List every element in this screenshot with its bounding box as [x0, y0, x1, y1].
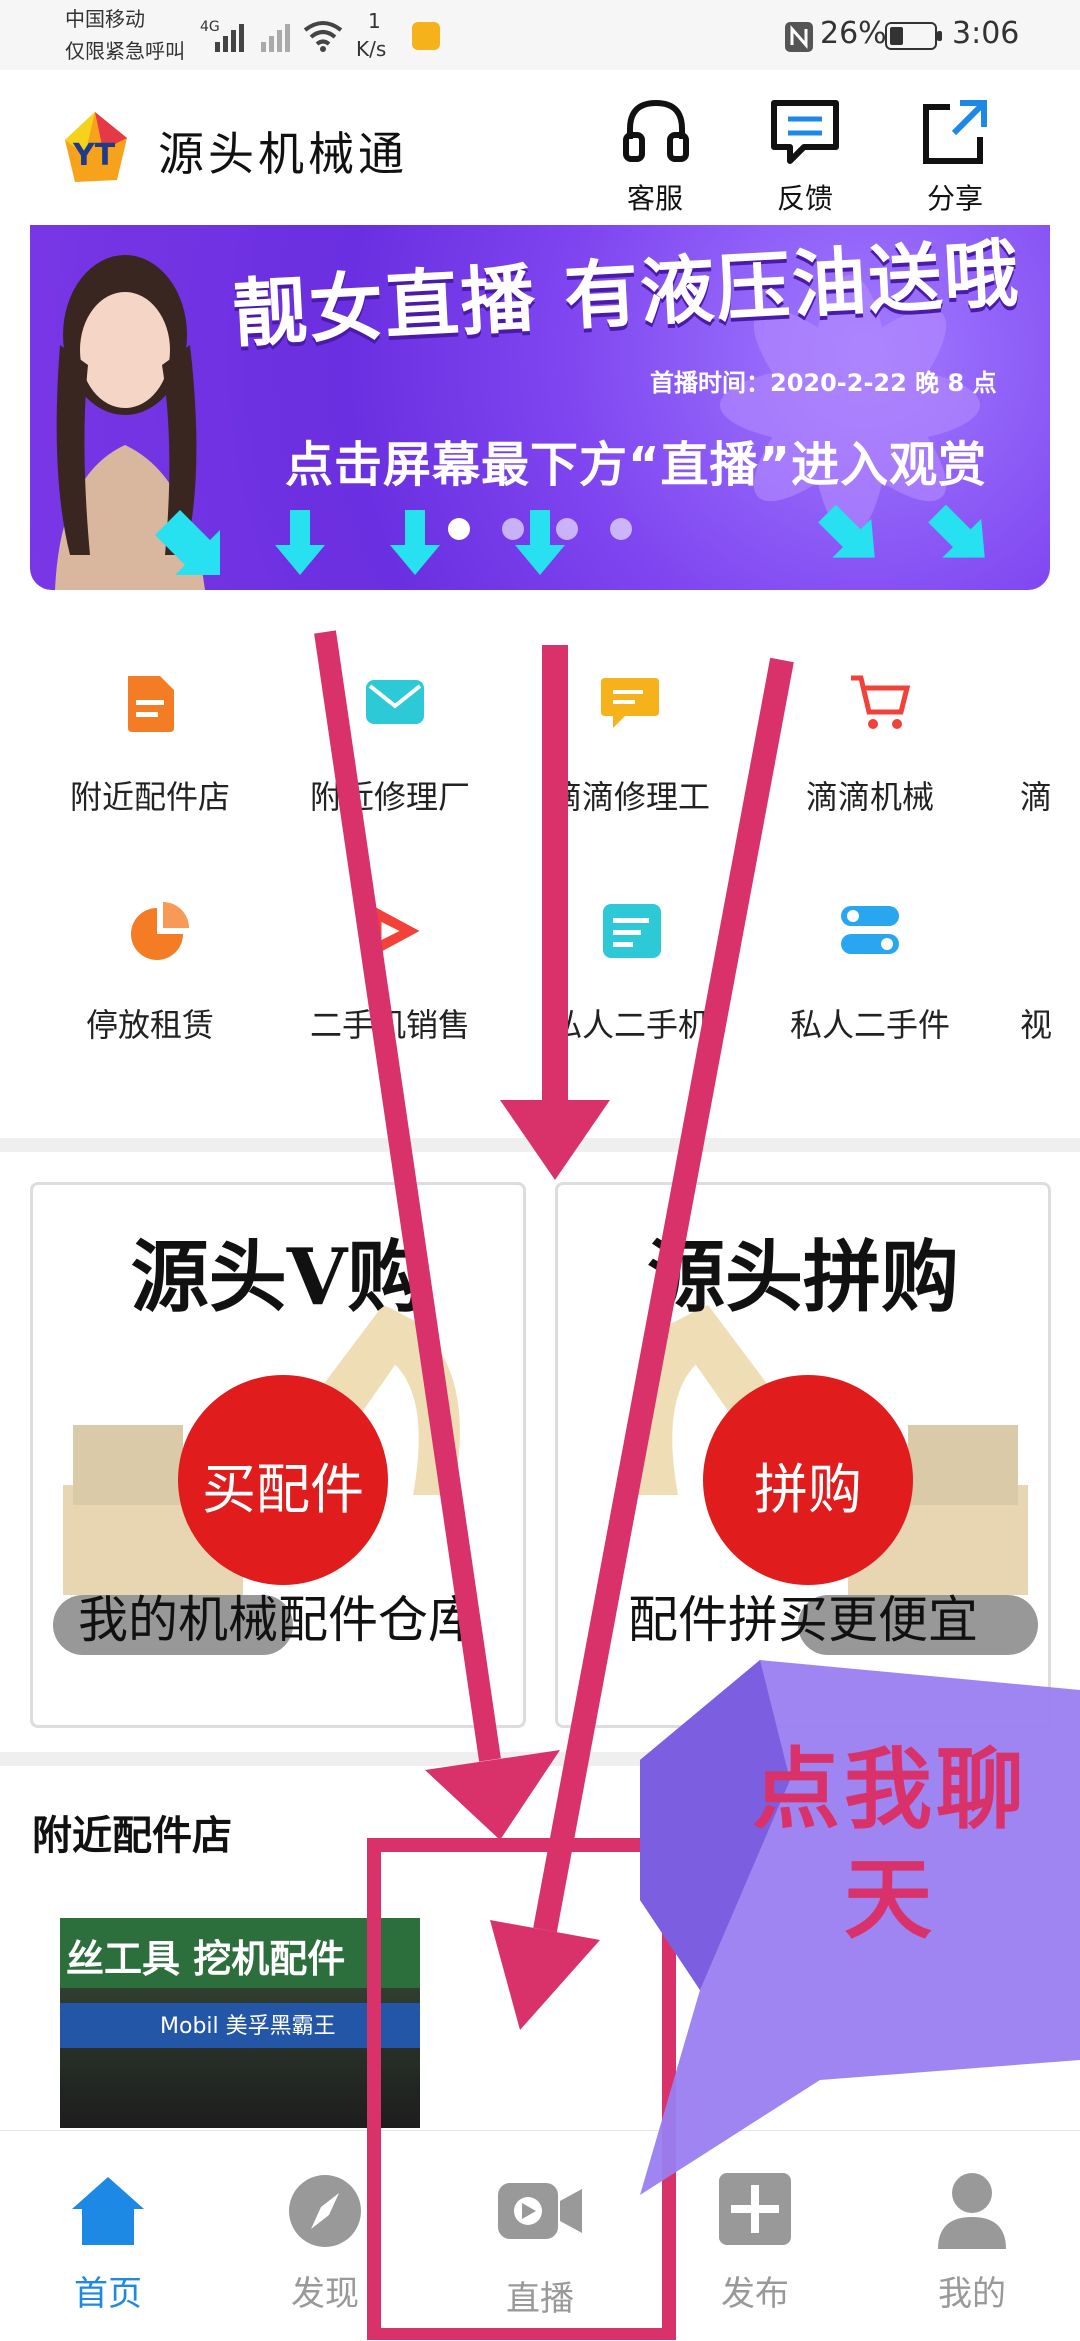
- nav-label: 发布: [721, 2274, 789, 2314]
- feedback-icon: [771, 100, 839, 164]
- quick-menu-label: 停放租赁: [85, 1006, 214, 1044]
- promo-badge[interactable]: 拼购: [703, 1375, 913, 1585]
- promo-badge-text: 买配件: [202, 1458, 364, 1521]
- cart-icon: [851, 675, 911, 729]
- headset-icon: [623, 99, 689, 162]
- home-icon: [72, 2177, 144, 2245]
- chat-text-line-2: 天: [843, 1848, 936, 1951]
- speed-unit: K/s: [356, 37, 387, 61]
- quick-menu-label: 二手机销售: [309, 1006, 470, 1044]
- play-icon: [369, 904, 420, 958]
- share-label: 分享: [926, 182, 983, 215]
- quick-menu-didi-mechanic[interactable]: 滴滴修理工: [525, 672, 735, 842]
- promo-subtitle: 配件拼买更便宜: [628, 1591, 978, 1649]
- feedback-button[interactable]: 反馈: [750, 95, 860, 215]
- quick-menu-parking-rental[interactable]: 停放租赁: [45, 900, 255, 1070]
- banner-subline: 点击屏幕最下方“直播”进入观赏: [285, 437, 988, 493]
- wifi-icon: [303, 21, 343, 52]
- feedback-label: 反馈: [776, 182, 833, 215]
- svg-text:YT: YT: [72, 138, 116, 173]
- nav-discover[interactable]: 发现: [245, 2171, 405, 2321]
- nav-home[interactable]: 首页: [28, 2171, 188, 2321]
- quick-menu-nearby-repair-shop[interactable]: 附近修理厂: [285, 672, 495, 842]
- toggle-icon: [841, 906, 899, 954]
- nav-me[interactable]: 我的: [892, 2171, 1052, 2321]
- promo-card-group-buy[interactable]: 源头拼购 拼购 配件拼买更便宜: [555, 1182, 1051, 1728]
- signal-icon: [215, 24, 290, 52]
- quick-menu-private-used-machine[interactable]: 私人二手机: [525, 900, 735, 1070]
- quick-menu-private-used-parts[interactable]: 私人二手件: [765, 900, 975, 1070]
- app-header: YT 源头机械通 客服 反馈 分享: [0, 70, 1080, 225]
- promo-card-v-buy[interactable]: 源头V购 买配件 我的机械配件仓库: [30, 1182, 526, 1728]
- shop-sign: 丝工具 挖机配件: [66, 1937, 346, 1981]
- nav-live[interactable]: 直播: [460, 2171, 620, 2321]
- battery-percent: 26%: [820, 16, 887, 51]
- pie-chart-icon: [131, 902, 189, 960]
- shop-sign-secondary: Mobil 美孚黑霸王: [160, 2014, 336, 2039]
- share-icon: [923, 100, 987, 164]
- promo-badge-text: 拼购: [754, 1458, 862, 1521]
- share-button[interactable]: 分享: [900, 95, 1010, 215]
- app-notification-icon: [412, 22, 440, 50]
- shop-photo[interactable]: 丝工具 挖机配件 Mobil 美孚黑霸王: [60, 1918, 420, 2128]
- down-arrows-decoration: [155, 505, 985, 575]
- promo-title: 源头V购: [130, 1232, 426, 1323]
- carousel-dot-3[interactable]: [556, 518, 578, 540]
- nav-label: 首页: [74, 2274, 142, 2314]
- user-icon: [938, 2173, 1006, 2249]
- chat-call-to-action[interactable]: 点我聊 天: [700, 1735, 1080, 1955]
- quick-menu-label: 私人二手机: [549, 1006, 710, 1044]
- customer-service-button[interactable]: 客服: [600, 95, 710, 215]
- video-camera-icon: [498, 2183, 582, 2239]
- mail-icon: [366, 680, 424, 724]
- carrier-name: 中国移动: [65, 7, 145, 31]
- nav-label: 直播: [506, 2279, 574, 2319]
- section-divider: [0, 1138, 1080, 1152]
- nfc-icon: [785, 22, 813, 52]
- promo-badge[interactable]: 买配件: [178, 1375, 388, 1585]
- chat-bubble-icon: [601, 678, 659, 728]
- quick-menu-label: 滴滴机械: [805, 778, 934, 816]
- app-title: 源头机械通: [158, 127, 408, 181]
- customer-service-label: 客服: [626, 182, 683, 215]
- carousel-dot-4[interactable]: [610, 518, 632, 540]
- promo-banner[interactable]: 靓女直播 有液压油送哦 首播时间：2020-2-22 晚 8 点 点击屏幕最下方…: [30, 225, 1050, 590]
- quick-menu-label: 附近配件店: [69, 778, 230, 816]
- nav-label: 发现: [291, 2274, 359, 2314]
- quick-menu-label: 附近修理厂: [309, 778, 470, 816]
- battery-icon: [885, 22, 942, 50]
- quick-menu-used-machine-sales[interactable]: 二手机销售: [285, 900, 495, 1070]
- chat-text-line-1: 点我聊: [751, 1738, 1028, 1841]
- bottom-navigation: 首页 发现 直播 发布 我的: [0, 2130, 1080, 2341]
- plus-icon: [719, 2173, 791, 2245]
- carousel-dot-2[interactable]: [502, 518, 524, 540]
- promo-title: 源头拼购: [646, 1232, 959, 1323]
- quick-menu-label: 私人二手件: [789, 1006, 950, 1044]
- clock: 3:06: [952, 16, 1020, 51]
- quick-menu-partial-item[interactable]: 滴: [1010, 672, 1080, 842]
- nav-label: 我的: [938, 2274, 1006, 2314]
- document-icon: [128, 676, 174, 732]
- promo-subtitle: 我的机械配件仓库: [78, 1591, 478, 1649]
- quick-menu-nearby-parts-store[interactable]: 附近配件店: [45, 672, 255, 842]
- quick-menu-didi-machinery[interactable]: 滴滴机械: [765, 672, 975, 842]
- nav-publish[interactable]: 发布: [675, 2171, 835, 2321]
- compass-icon: [289, 2175, 361, 2247]
- quick-menu-label: 滴: [1020, 778, 1053, 816]
- nearby-section-title: 附近配件店: [32, 1813, 232, 1859]
- emergency-call-text: 仅限紧急呼叫: [65, 39, 185, 63]
- status-bar: 中国移动 仅限紧急呼叫 4G 1 K/s 26% 3:06: [0, 0, 1080, 70]
- quick-menu-partial-item[interactable]: 视: [1010, 900, 1080, 1070]
- quick-menu-label: 视: [1020, 1006, 1053, 1044]
- quick-menu-label: 滴滴修理工: [549, 778, 710, 816]
- carousel-dot-1[interactable]: [448, 518, 470, 540]
- banner-broadcast-time: 首播时间：2020-2-22 晚 8 点: [650, 369, 997, 397]
- app-logo: YT: [65, 112, 127, 182]
- list-icon: [603, 904, 661, 958]
- speed-value: 1: [368, 9, 381, 33]
